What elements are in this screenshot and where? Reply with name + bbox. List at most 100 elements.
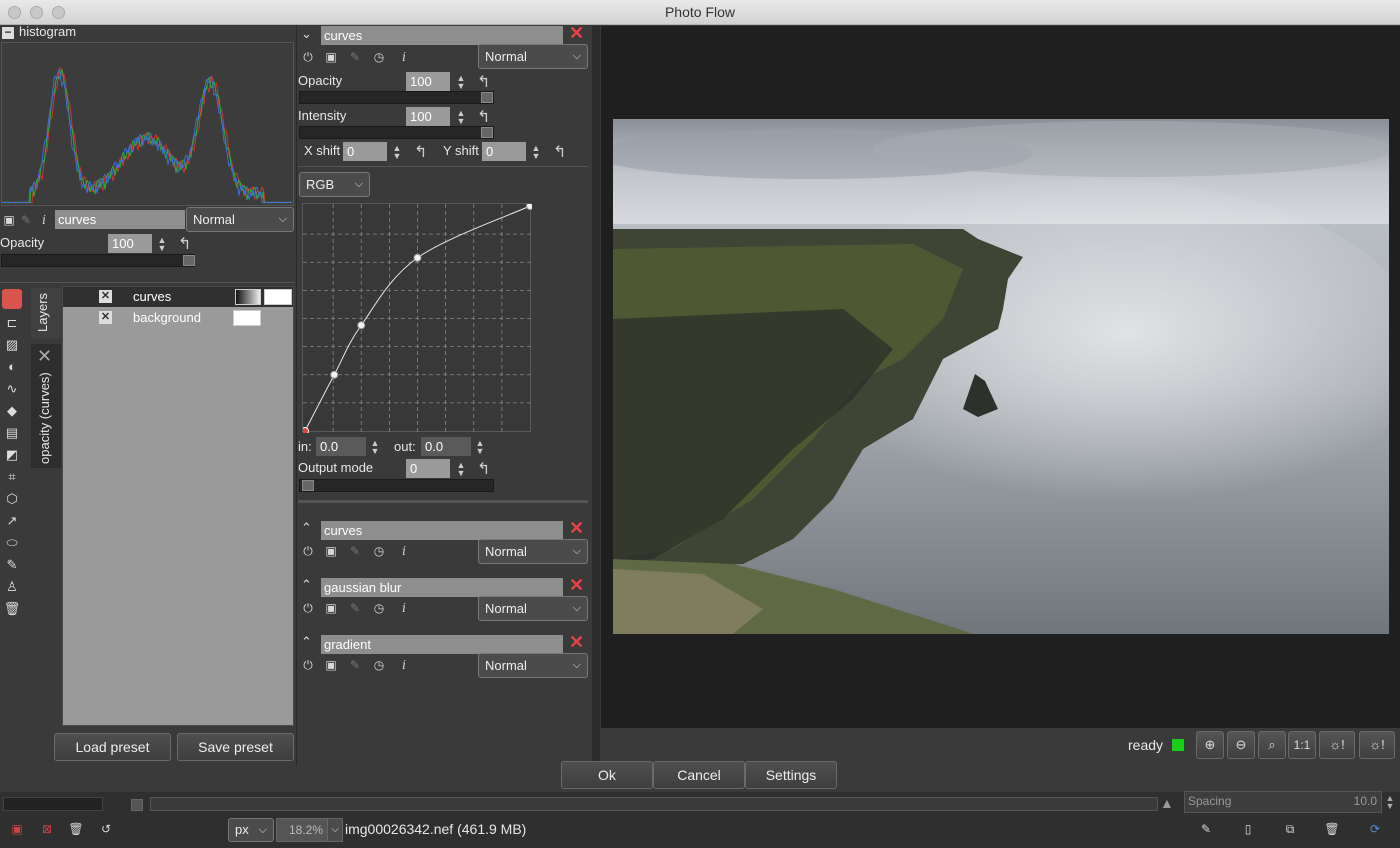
image-layer-icon[interactable]: ▨ (3, 336, 21, 354)
sun-warning-icon[interactable]: ☼! (1319, 731, 1355, 759)
paint-bucket-icon[interactable]: ◆ (3, 402, 21, 420)
expand-chevron-icon[interactable]: ⌃ (301, 634, 312, 650)
zoom-window-button[interactable] (52, 6, 65, 19)
mask-icon[interactable]: ▣ (323, 543, 339, 559)
panel-scrollbar[interactable] (592, 26, 600, 761)
in-stepper[interactable]: ▲ ▼ (369, 439, 381, 456)
in-field[interactable]: 0.0 (316, 437, 366, 456)
power-icon[interactable]: ⏻ (300, 543, 316, 559)
power-icon[interactable]: ⏻ (300, 49, 316, 65)
info-icon[interactable]: i (36, 212, 52, 228)
clone-stamp-icon[interactable]: ♙ (3, 578, 21, 596)
save-preset-button[interactable]: Save preset (177, 733, 294, 761)
clock-icon[interactable]: ◷ (371, 600, 387, 616)
expand-chevron-icon[interactable]: ⌃ (301, 577, 312, 593)
layer-name-field[interactable]: gaussian blur (321, 578, 563, 597)
layer-name-field[interactable]: curves (321, 521, 563, 540)
output-mode-stepper[interactable]: ▲ ▼ (455, 461, 467, 478)
photo-preview[interactable] (613, 119, 1389, 634)
yshift-field[interactable]: 0 (482, 142, 526, 161)
remove-layer-icon[interactable]: ✕ (569, 24, 584, 43)
bottom-slider[interactable] (3, 797, 103, 811)
settings-button[interactable]: Settings (745, 761, 837, 789)
refresh-icon[interactable]: ⟳ (1367, 821, 1383, 837)
cancel-button[interactable]: Cancel (653, 761, 745, 789)
power-icon[interactable]: ⏻ (300, 657, 316, 673)
chevron-down-icon[interactable]: ⌵ (327, 818, 343, 842)
opacity-field[interactable]: 100 (406, 72, 450, 91)
layer-thumbnail[interactable] (264, 289, 292, 305)
slider-handle[interactable] (481, 127, 493, 138)
clock-icon[interactable]: ◷ (371, 657, 387, 673)
trash-icon[interactable]: 🗑 (1324, 821, 1340, 837)
visibility-checkbox[interactable]: ✕ (99, 290, 112, 303)
intensity-stepper[interactable]: ▲ ▼ (455, 109, 467, 126)
arrow-up-icon[interactable]: ▲ (1160, 795, 1174, 811)
reset-arrow-icon[interactable]: ↰ (477, 107, 490, 127)
curve-editor[interactable] (302, 203, 533, 434)
layer-name-field[interactable]: curves (55, 210, 185, 229)
out-field[interactable]: 0.0 (421, 437, 471, 456)
ellipse-tool-icon[interactable]: ⬭ (3, 534, 21, 552)
reset-arrow-icon[interactable]: ↰ (477, 72, 490, 92)
unit-select[interactable]: px ⌵ (228, 818, 274, 842)
zoom-out-icon[interactable]: ⊖ (1227, 731, 1255, 759)
contrast-icon[interactable]: ◐ (3, 358, 21, 376)
layer-blend-select[interactable]: Normal ⌵ (186, 207, 294, 232)
pin-icon[interactable]: ✎ (347, 543, 363, 559)
layer-opacity-field[interactable]: 100 (108, 234, 152, 253)
collapse-chevron-icon[interactable]: ⌄ (301, 26, 312, 42)
info-icon[interactable]: i (396, 600, 412, 616)
curves-name-field[interactable]: curves (321, 26, 563, 45)
close-window-button[interactable] (8, 6, 21, 19)
crop-icon[interactable]: ⌗ (3, 468, 21, 486)
sun-warning-2-icon[interactable]: ☼! (1359, 731, 1395, 759)
yshift-stepper[interactable]: ▲ ▼ (530, 144, 542, 161)
mask-icon[interactable]: ▣ (323, 657, 339, 673)
remove-layer-icon[interactable]: ✕ (569, 576, 584, 595)
pin-icon[interactable]: ✎ (347, 49, 363, 65)
group-layer-icon[interactable]: ⊏ (3, 314, 21, 332)
layers-tool-icon[interactable] (2, 289, 22, 309)
opacity-stepper[interactable]: ▲ ▼ (455, 74, 467, 91)
out-stepper[interactable]: ▲ ▼ (474, 439, 486, 456)
tab-opacity-curves[interactable]: ✕ opacity (curves) (31, 344, 61, 468)
close-file-icon[interactable]: ⊠ (39, 821, 55, 837)
edit-icon[interactable]: ✎ (1198, 821, 1214, 837)
pencil-icon[interactable]: ✎ (3, 556, 21, 574)
mask-icon[interactable]: ▣ (323, 49, 339, 65)
layer-row-curves[interactable]: ✕ curves (63, 287, 293, 307)
pin-icon[interactable]: ✎ (18, 212, 34, 228)
opacity-slider[interactable] (299, 91, 494, 104)
gradient-diagonal-icon[interactable]: ◩ (3, 446, 21, 464)
curve-control-point[interactable] (303, 427, 309, 434)
layer-opacity-slider[interactable] (1, 254, 195, 267)
zoom-level-field[interactable]: 18.2% (276, 818, 328, 842)
reset-arrow-icon[interactable]: ↰ (477, 459, 490, 479)
channel-select[interactable]: RGB ⌵ (299, 172, 370, 197)
tab-layers[interactable]: Layers (31, 288, 61, 338)
remove-layer-icon[interactable]: ✕ (569, 519, 584, 538)
blend-select[interactable]: Normal ⌵ (478, 653, 588, 678)
power-icon[interactable]: ⏻ (300, 600, 316, 616)
image-canvas[interactable] (601, 26, 1400, 728)
ok-button[interactable]: Ok (561, 761, 653, 789)
mask-icon[interactable]: ▣ (323, 600, 339, 616)
curve-control-point[interactable] (413, 253, 422, 262)
expand-chevron-icon[interactable]: ⌃ (301, 520, 312, 536)
clock-icon[interactable]: ◷ (371, 49, 387, 65)
trash-icon[interactable]: 🗑 (68, 821, 84, 837)
layer-thumbnail[interactable] (233, 310, 261, 326)
remove-layer-icon[interactable]: ✕ (569, 633, 584, 652)
pin-icon[interactable]: ✎ (347, 600, 363, 616)
reset-arrow-icon[interactable]: ↰ (178, 234, 191, 254)
gradient-tool-icon[interactable]: ▤ (3, 424, 21, 442)
curve-control-point[interactable] (330, 370, 339, 379)
duplicate-icon[interactable]: ⧉ (1282, 821, 1298, 837)
reset-arrow-icon[interactable]: ↰ (553, 142, 566, 162)
spacing-stepper[interactable]: ▲ ▼ (1384, 794, 1396, 811)
curve-control-point[interactable] (526, 204, 533, 210)
timeline-bar[interactable] (150, 797, 1158, 811)
info-icon[interactable]: i (396, 49, 412, 65)
slider-handle[interactable] (481, 92, 493, 103)
